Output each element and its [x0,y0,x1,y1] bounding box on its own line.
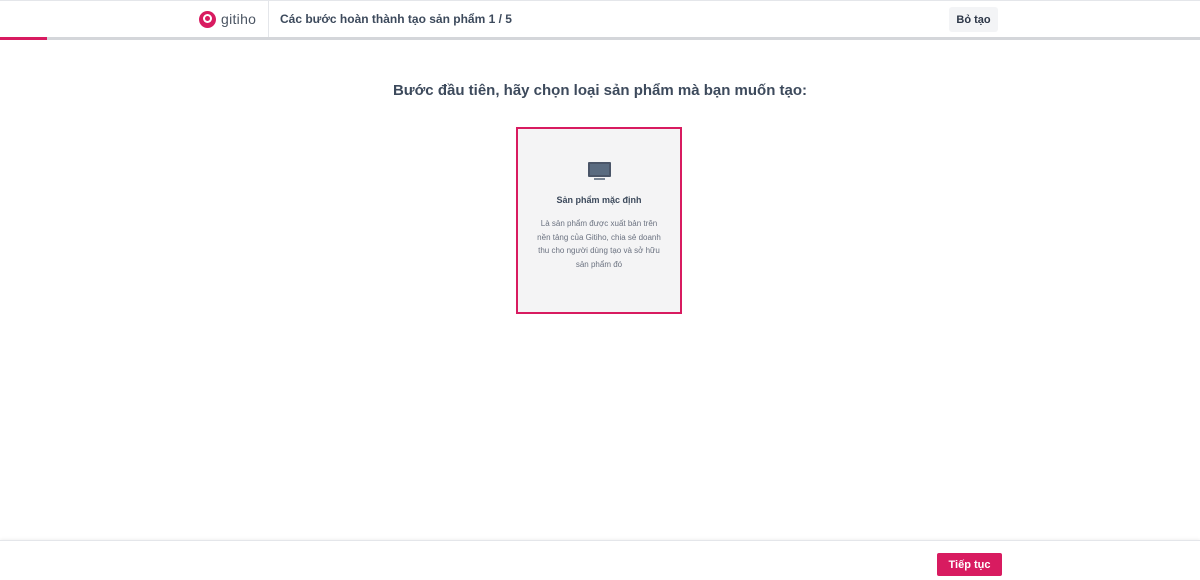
logo-text: gitiho [221,11,257,27]
monitor-icon [588,162,611,180]
step-title: Các bước hoàn thành tạo sản phẩm 1 / 5 [280,12,512,26]
progress-bar-fill [0,37,48,40]
product-type-title: Sản phẩm mặc định [556,195,642,205]
create-product-wizard: gitiho Các bước hoàn thành tạo sản phẩm … [0,0,1200,580]
gitiho-logo-icon [199,10,216,28]
gitiho-logo[interactable]: gitiho [199,10,256,28]
bottom-bar: Tiếp tục [0,540,1200,580]
continue-button[interactable]: Tiếp tục [937,553,1002,576]
product-type-description: Là sản phẩm được xuất bản trên nền tảng … [537,219,661,269]
header-divider [268,1,269,37]
top-bar: gitiho Các bước hoàn thành tạo sản phẩm … [0,0,1200,40]
progress-bar [0,37,1200,40]
product-type-card-default[interactable]: Sản phẩm mặc định Là sản phẩm được xuất … [516,127,682,314]
step-question: Bước đầu tiên, hãy chọn loại sản phẩm mà… [392,82,808,99]
cancel-creation-button[interactable]: Bỏ tạo [949,7,998,32]
